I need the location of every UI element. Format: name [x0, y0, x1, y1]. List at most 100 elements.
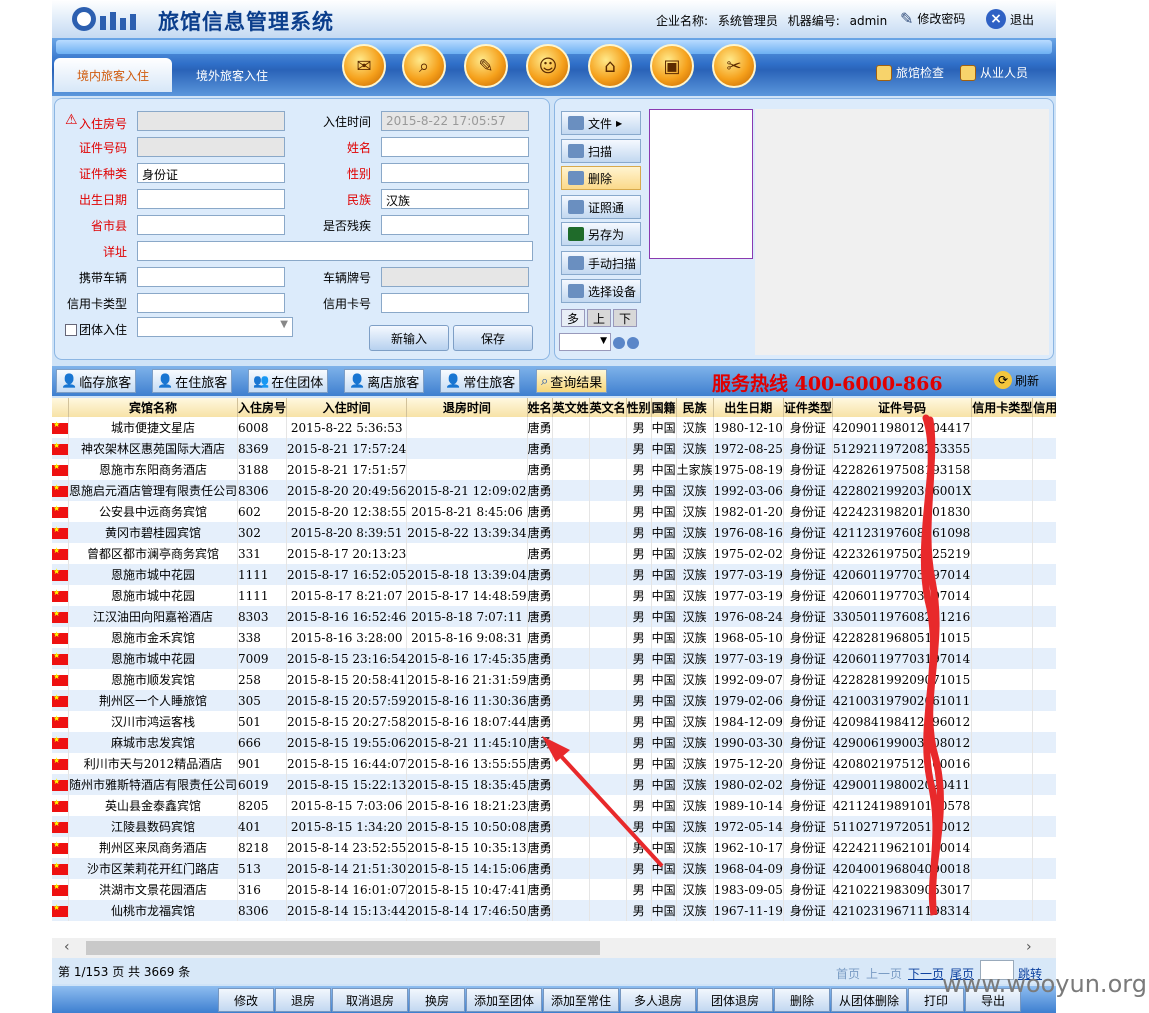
table-row[interactable]: 利川市天与2012精品酒店9012015-8-15 16:44:072015-8…: [52, 753, 1056, 774]
next-page-link[interactable]: 下一页: [908, 965, 944, 982]
id-type-field[interactable]: 身份证: [137, 163, 285, 183]
multi-button[interactable]: 多: [561, 309, 585, 327]
column-header[interactable]: 民族: [676, 398, 714, 417]
monitor-icon[interactable]: ▣: [650, 44, 694, 88]
id-no-field[interactable]: [137, 137, 285, 157]
action-button[interactable]: 修改: [218, 988, 274, 1012]
save-button[interactable]: 保存: [453, 325, 533, 351]
table-row[interactable]: 荆州区一个人睡旅馆3052015-8-15 20:57:592015-8-16 …: [52, 690, 1056, 711]
table-row[interactable]: 恩施市城中花园11112015-8-17 16:52:052015-8-18 1…: [52, 564, 1056, 585]
column-header[interactable]: 入住房号: [237, 398, 288, 417]
disabled-field[interactable]: [381, 215, 529, 235]
table-row[interactable]: 荆州区来凤商务酒店82182015-8-14 23:52:552015-8-15…: [52, 837, 1056, 858]
column-header[interactable]: 退房时间: [406, 398, 528, 417]
tab-regular-guests[interactable]: 👤 常住旅客: [440, 369, 521, 393]
table-row[interactable]: 城市便捷文星店60082015-8-22 5:36:53 唐勇 男中国汉族1980-…: [52, 417, 1056, 438]
action-button[interactable]: 多人退房: [620, 988, 696, 1012]
tab-foreign-checkin[interactable]: 境外旅客入住: [180, 58, 284, 92]
table-row[interactable]: 神农架林区惠苑国际大酒店83692015-8-21 17:57:24 唐勇 男中国汉…: [52, 438, 1056, 459]
table-row[interactable]: 仙桃市龙福宾馆83062015-8-14 15:13:442015-8-14 1…: [52, 900, 1056, 921]
birth-field[interactable]: [137, 189, 285, 209]
device-select[interactable]: ▼: [559, 333, 611, 351]
card-no-field[interactable]: [381, 293, 529, 313]
action-button[interactable]: 团体退房: [697, 988, 773, 1012]
action-button[interactable]: 添加至团体: [466, 988, 542, 1012]
scroll-left-icon[interactable]: ‹: [64, 939, 70, 955]
table-row[interactable]: 随州市雅斯特酒店有限责任公司60192015-8-15 15:22:132015…: [52, 774, 1056, 795]
column-header[interactable]: 国籍: [651, 398, 677, 417]
zoom-out-icon[interactable]: [627, 337, 639, 349]
group-select[interactable]: ▼: [137, 317, 293, 337]
table-row[interactable]: 汉川市鸿运客栈5012015-8-15 20:27:582015-8-16 18…: [52, 711, 1056, 732]
vehicle-field[interactable]: [137, 267, 285, 287]
horizontal-scrollbar[interactable]: ‹ ›: [52, 938, 1056, 958]
change-password-button[interactable]: ✎ 修改密码: [900, 9, 965, 28]
column-header[interactable]: 入住时间: [286, 398, 408, 417]
scrollbar-thumb[interactable]: [86, 941, 600, 955]
action-button[interactable]: 退房: [275, 988, 331, 1012]
address-field[interactable]: [137, 241, 533, 261]
tab-domestic-checkin[interactable]: 境内旅客入住: [54, 58, 172, 92]
table-row[interactable]: 曾都区都市澜亭商务宾馆3312015-8-17 20:13:23 唐勇 男中国汉族1…: [52, 543, 1056, 564]
tab-staying-group[interactable]: 👥 在住团体: [248, 369, 329, 393]
table-row[interactable]: 恩施市城中花园70092015-8-15 23:16:542015-8-16 1…: [52, 648, 1056, 669]
save-as-button[interactable]: 另存为: [561, 222, 641, 246]
tools-icon[interactable]: ✂: [712, 44, 756, 88]
table-row[interactable]: 江陵县数码宾馆4012015-8-15 1:34:202015-8-15 10:…: [52, 816, 1056, 837]
tab-left-guests[interactable]: 👤 离店旅客: [344, 369, 425, 393]
search-icon[interactable]: ⌕: [402, 44, 446, 88]
table-row[interactable]: 麻城市忠发宾馆6662015-8-15 19:55:062015-8-21 11…: [52, 732, 1056, 753]
choose-device-button[interactable]: 选择设备: [561, 279, 641, 303]
ethnicity-field[interactable]: 汉族: [381, 189, 529, 209]
up-button[interactable]: 上: [587, 309, 611, 327]
first-page-link[interactable]: 首页: [836, 965, 860, 982]
table-row[interactable]: 恩施启元酒店管理有限责任公司83062015-8-20 20:49:562015…: [52, 480, 1056, 501]
action-button[interactable]: 取消退房: [332, 988, 408, 1012]
tab-staying-guests[interactable]: 👤 在住旅客: [152, 369, 233, 393]
new-input-button[interactable]: 新输入: [369, 325, 449, 351]
table-row[interactable]: 江汉油田向阳嘉裕酒店83032015-8-16 16:52:462015-8-1…: [52, 606, 1056, 627]
inn-check-button[interactable]: 旅馆检查: [876, 64, 944, 81]
staff-button[interactable]: 从业人员: [960, 64, 1028, 81]
tab-query-results[interactable]: ⌕ 查询结果: [536, 369, 608, 393]
room-field[interactable]: [137, 111, 285, 131]
action-button[interactable]: 删除: [774, 988, 830, 1012]
table-row[interactable]: 恩施市城中花园11112015-8-17 8:21:072015-8-17 14…: [52, 585, 1056, 606]
card-type-field[interactable]: [137, 293, 285, 313]
column-header[interactable]: 出生日期: [713, 398, 784, 417]
column-header[interactable]: 宾馆名称: [68, 398, 239, 417]
logout-button[interactable]: × 退出: [986, 9, 1034, 29]
column-header[interactable]: 英文姓: [552, 398, 590, 417]
down-button[interactable]: 下: [613, 309, 637, 327]
group-checkbox[interactable]: [65, 323, 77, 336]
column-header[interactable]: 英文名: [589, 398, 627, 417]
idpass-button[interactable]: 证照通: [561, 195, 641, 219]
action-button[interactable]: 从团体删除: [831, 988, 907, 1012]
column-header[interactable]: 姓名: [527, 398, 553, 417]
table-row[interactable]: 恩施市顺发宾馆2582015-8-15 20:58:412015-8-16 21…: [52, 669, 1056, 690]
column-header[interactable]: 证件类型: [783, 398, 833, 417]
plate-field[interactable]: [381, 267, 529, 287]
mail-icon[interactable]: ✉: [342, 44, 386, 88]
table-row[interactable]: 沙市区茉莉花开红门路店5132015-8-14 21:51:302015-8-1…: [52, 858, 1056, 879]
column-header[interactable]: 信用卡类型: [971, 398, 1034, 417]
refresh-button[interactable]: ⟳ 刷新: [994, 371, 1039, 389]
edit-icon[interactable]: ✎: [464, 44, 508, 88]
prev-page-link[interactable]: 上一页: [866, 965, 902, 982]
table-row[interactable]: 公安县中远商务宾馆6022015-8-20 12:38:552015-8-21 …: [52, 501, 1056, 522]
manual-scan-button[interactable]: 手动扫描: [561, 251, 641, 275]
checkin-time-field[interactable]: 2015-8-22 17:05:57: [381, 111, 529, 131]
gender-field[interactable]: [381, 163, 529, 183]
scan-button[interactable]: 扫描: [561, 139, 641, 163]
scroll-right-icon[interactable]: ›: [1026, 939, 1032, 955]
table-row[interactable]: 恩施市金禾宾馆3382015-8-16 3:28:002015-8-16 9:0…: [52, 627, 1056, 648]
home-icon[interactable]: ⌂: [588, 44, 632, 88]
name-field[interactable]: [381, 137, 529, 157]
table-row[interactable]: 黄冈市碧桂园宾馆3022015-8-20 8:39:512015-8-22 13…: [52, 522, 1056, 543]
table-row[interactable]: 恩施市东阳商务酒店31882015-8-21 17:51:57 唐勇 男中国土家族1…: [52, 459, 1056, 480]
tab-temp-guests[interactable]: 👤 临存旅客: [56, 369, 137, 393]
column-header[interactable]: 证件号码: [832, 398, 973, 417]
province-field[interactable]: [137, 215, 285, 235]
user-icon[interactable]: ☺: [526, 44, 570, 88]
table-row[interactable]: 洪湖市文景花园酒店3162015-8-14 16:01:072015-8-15 …: [52, 879, 1056, 900]
